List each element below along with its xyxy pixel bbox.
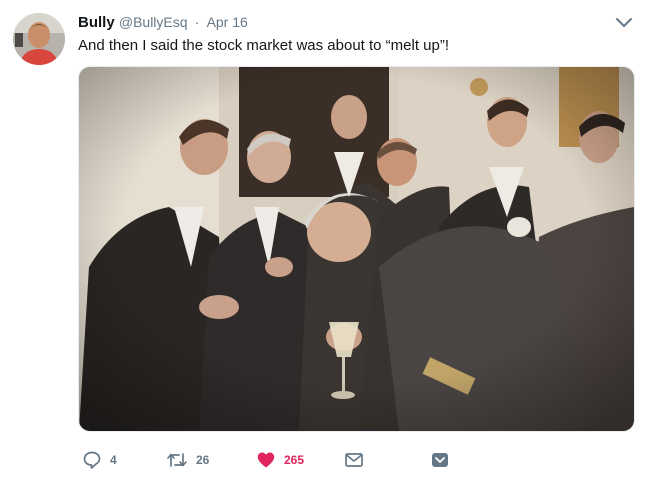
- display-name[interactable]: Bully: [78, 14, 115, 31]
- retweet-count: 26: [196, 453, 210, 467]
- direct-message-icon: [344, 450, 364, 470]
- tweet-text: And then I said the stock market was abo…: [78, 37, 450, 54]
- tweet-header: Bully @BullyEsq · Apr 16: [78, 13, 248, 31]
- separator: ·: [194, 14, 200, 30]
- avatar[interactable]: [13, 13, 65, 65]
- share-button[interactable]: [430, 448, 450, 472]
- like-heart-icon: [256, 450, 276, 470]
- like-count: 265: [284, 453, 305, 467]
- tweet-photo[interactable]: [78, 66, 635, 432]
- share-caret-icon: [430, 450, 450, 470]
- more-caret-icon[interactable]: [615, 16, 633, 30]
- user-handle[interactable]: @BullyEsq: [119, 14, 188, 30]
- like-button[interactable]: 265: [256, 448, 304, 472]
- retweet-button[interactable]: 26: [166, 448, 209, 472]
- direct-message-button[interactable]: [344, 448, 364, 472]
- reply-count: 4: [110, 453, 117, 467]
- retweet-icon: [166, 450, 188, 470]
- reply-button[interactable]: 4: [82, 448, 117, 472]
- tweet-actions: 4 26 265: [78, 448, 458, 472]
- tweet-card[interactable]: Bully @BullyEsq · Apr 16 And then I said…: [0, 0, 647, 481]
- tweet-date[interactable]: Apr 16: [207, 14, 248, 30]
- reply-icon: [82, 450, 102, 470]
